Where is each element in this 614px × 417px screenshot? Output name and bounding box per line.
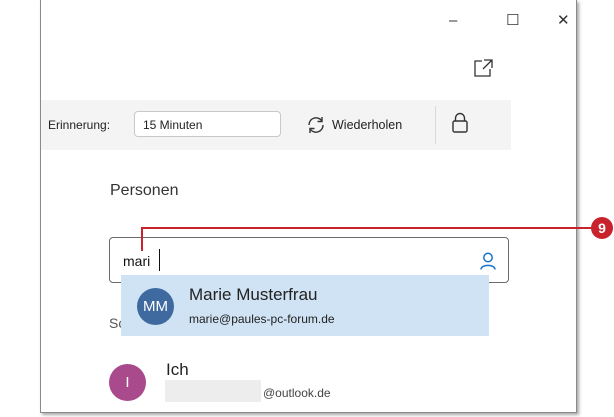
lock-icon[interactable] <box>451 112 469 134</box>
redacted-email-part <box>165 380 261 402</box>
avatar: MM <box>137 288 174 325</box>
suggestion-name: Marie Musterfrau <box>189 285 318 304</box>
options-toolbar: Erinnerung: 15 Minuten Wiederholen <box>41 100 511 150</box>
people-section-title: Personen <box>110 182 179 199</box>
minimize-button[interactable]: – <box>449 12 457 30</box>
reminder-label: Erinnerung: <box>48 118 111 132</box>
suggestion-email: marie@paules-pc-forum.de <box>189 312 335 326</box>
attendee-email: @outlook.de <box>263 386 331 400</box>
people-input-value: mari <box>123 253 151 269</box>
reminder-select[interactable]: 15 Minuten <box>134 111 281 137</box>
repeat-icon[interactable] <box>305 114 327 136</box>
repeat-button[interactable]: Wiederholen <box>332 118 402 132</box>
reminder-value: 15 Minuten <box>143 118 203 132</box>
callout-line-vertical <box>141 227 143 251</box>
maximize-button[interactable]: ☐ <box>506 12 519 30</box>
event-window: – ☐ ✕ Erinnerung: 15 Minuten Wiederholen… <box>40 0 577 413</box>
popout-icon[interactable] <box>473 58 495 78</box>
callout-badge: 9 <box>591 217 613 239</box>
suggestion-item[interactable]: MM Marie Musterfrau marie@paules-pc-foru… <box>121 275 489 336</box>
toolbar-divider <box>435 106 436 144</box>
attendee-name: Ich <box>166 360 189 379</box>
close-button[interactable]: ✕ <box>557 12 570 30</box>
person-icon[interactable] <box>479 251 497 271</box>
callout-line-horizontal <box>141 227 593 229</box>
avatar-me: I <box>109 364 146 401</box>
text-caret <box>159 249 160 271</box>
